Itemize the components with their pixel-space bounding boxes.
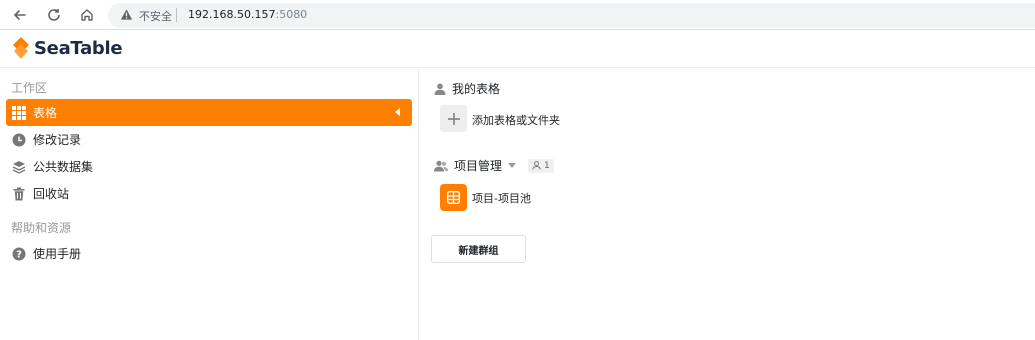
table-grid-icon <box>447 191 460 204</box>
sidebar-item-label: 公共数据集 <box>33 160 94 174</box>
app-header: SeaTable <box>0 31 1035 68</box>
group-header: 项目管理 1 <box>434 157 554 174</box>
base-icon[interactable] <box>440 184 467 211</box>
sidebar-item-tables[interactable]: 表格 <box>6 99 412 126</box>
add-table-label[interactable]: 添加表格或文件夹 <box>472 112 560 128</box>
sidebar-item-label: 回收站 <box>33 187 70 201</box>
sidebar-item-trash[interactable]: 回收站 <box>6 180 412 207</box>
user-icon <box>434 83 446 95</box>
seatable-logo[interactable]: SeaTable <box>11 36 123 60</box>
member-icon <box>532 161 541 170</box>
sidebar-item-datasets[interactable]: 公共数据集 <box>6 153 412 180</box>
logo-mark-icon <box>13 37 29 59</box>
browser-toolbar: 不安全 192.168.50.157:5080 <box>0 0 1035 30</box>
layers-icon <box>12 160 26 174</box>
sidebar-item-label: 修改记录 <box>33 133 82 147</box>
sidebar: 工作区 表格 修改记录 公共数据集 回收站 帮助和资源 ? 使用手册 <box>0 68 419 340</box>
security-label[interactable]: 不安全 <box>139 8 172 24</box>
main-content: 我的表格 添加表格或文件夹 项目管理 1 项目-项目池 新建群组 <box>420 68 1035 340</box>
clock-icon <box>12 133 26 147</box>
url-text[interactable]: 192.168.50.157:5080 <box>188 8 307 21</box>
plus-icon <box>447 112 460 125</box>
home-icon <box>81 9 93 21</box>
logo-text: SeaTable <box>34 37 123 59</box>
add-table-button[interactable] <box>440 105 467 132</box>
home-button[interactable] <box>76 4 98 26</box>
workspace-section-title: 工作区 <box>11 81 48 95</box>
sidebar-item-label: 使用手册 <box>33 247 82 261</box>
back-arrow-icon <box>13 10 26 20</box>
back-button[interactable] <box>9 4 31 26</box>
sidebar-item-history[interactable]: 修改记录 <box>6 126 412 153</box>
member-count: 1 <box>544 160 550 171</box>
my-tables-title: 我的表格 <box>452 82 501 96</box>
help-section-title: 帮助和资源 <box>11 221 72 235</box>
reload-button[interactable] <box>43 4 65 26</box>
group-members-badge[interactable]: 1 <box>528 158 554 173</box>
collapse-caret-icon[interactable] <box>395 108 400 116</box>
sidebar-item-label: 表格 <box>33 106 58 120</box>
new-group-button[interactable]: 新建群组 <box>431 235 526 263</box>
url-host: 192.168.50.157 <box>188 8 276 21</box>
address-bar[interactable]: 不安全 192.168.50.157:5080 <box>108 3 1035 28</box>
question-icon: ? <box>12 247 26 261</box>
users-icon <box>434 160 448 172</box>
group-name[interactable]: 项目管理 <box>454 157 502 174</box>
base-label[interactable]: 项目-项目池 <box>472 190 531 206</box>
grid-icon <box>12 105 26 120</box>
url-port: :5080 <box>275 8 308 21</box>
sidebar-item-manual[interactable]: ? 使用手册 <box>6 240 412 267</box>
my-tables-header: 我的表格 <box>434 80 500 97</box>
trash-icon <box>12 187 26 201</box>
warning-icon[interactable] <box>120 8 133 21</box>
svg-text:?: ? <box>16 249 22 260</box>
reload-icon <box>48 9 60 21</box>
address-divider <box>176 8 177 22</box>
group-dropdown-icon[interactable] <box>508 163 517 168</box>
